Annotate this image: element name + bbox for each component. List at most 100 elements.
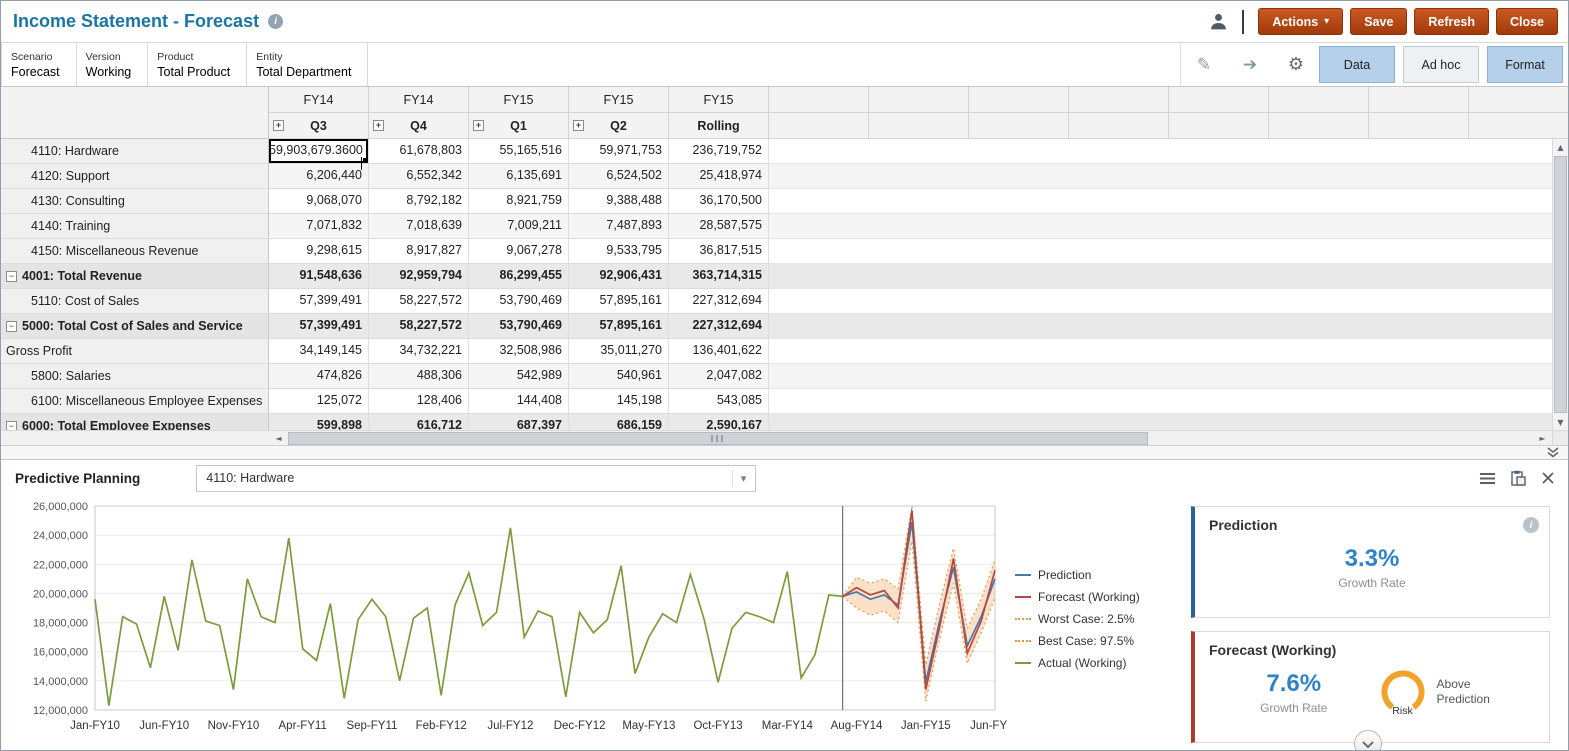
grid-cell[interactable]: 136,401,622 <box>669 339 769 364</box>
grid-cell[interactable]: 686,159 <box>569 414 669 430</box>
scroll-down-icon[interactable]: ▼ <box>1553 414 1568 430</box>
column-header-period[interactable]: + Q2 <box>569 113 669 139</box>
grid-cell[interactable]: 8,921,759 <box>469 189 569 214</box>
grid-cell[interactable]: 58,227,572 <box>369 314 469 339</box>
vertical-scrollbar[interactable]: ▲ ▼ <box>1552 139 1568 430</box>
grid-cell[interactable]: 145,198 <box>569 389 669 414</box>
column-header-period[interactable]: + Q1 <box>469 113 569 139</box>
info-icon[interactable]: i <box>1523 517 1539 533</box>
grid-cell[interactable]: 687,397 <box>469 414 569 430</box>
grid-cell[interactable]: 2,590,167 <box>669 414 769 430</box>
grid-cell[interactable]: 7,009,211 <box>469 214 569 239</box>
pov-product[interactable]: Product Total Product <box>148 43 248 86</box>
paste-data-icon[interactable] <box>1511 470 1526 486</box>
pov-version[interactable]: Version Working <box>77 43 149 86</box>
row-header[interactable]: 4120: Support <box>1 164 269 189</box>
grid-cell[interactable]: 9,388,488 <box>569 189 669 214</box>
grid-cell[interactable]: 57,895,161 <box>569 289 669 314</box>
grid-cell[interactable]: 34,149,145 <box>269 339 369 364</box>
collapse-icon[interactable]: − <box>6 420 17 430</box>
row-header[interactable]: 4150: Miscellaneous Revenue <box>1 239 269 264</box>
grid-cell[interactable]: 36,170,500 <box>669 189 769 214</box>
grid-cell[interactable]: 474,826 <box>269 364 369 389</box>
panel-splitter[interactable] <box>1 446 1568 460</box>
grid-cell[interactable]: 236,719,752 <box>669 139 769 164</box>
collapse-icon[interactable]: − <box>6 320 17 332</box>
row-header[interactable]: Gross Profit <box>1 339 269 364</box>
grid-cell[interactable]: 92,906,431 <box>569 264 669 289</box>
grid-cell[interactable]: 227,312,694 <box>669 289 769 314</box>
grid-cell[interactable]: 9,068,070 <box>269 189 369 214</box>
grid-cell[interactable]: 53,790,469 <box>469 289 569 314</box>
grid-cell[interactable]: 59,971,753 <box>569 139 669 164</box>
grid-cell[interactable]: 7,071,832 <box>269 214 369 239</box>
grid-cell[interactable]: 9,067,278 <box>469 239 569 264</box>
grid-cell[interactable]: 227,312,694 <box>669 314 769 339</box>
grid-cell[interactable]: 55,165,516 <box>469 139 569 164</box>
row-header[interactable]: 4110: Hardware <box>1 139 269 164</box>
grid-cell[interactable]: 2,047,082 <box>669 364 769 389</box>
grid-cell[interactable]: 7,018,639 <box>369 214 469 239</box>
grid-cell[interactable]: 36,817,515 <box>669 239 769 264</box>
user-icon[interactable] <box>1209 12 1228 31</box>
grid-cell[interactable]: 57,895,161 <box>569 314 669 339</box>
close-panel-icon[interactable] <box>1542 472 1554 484</box>
grid-cell[interactable]: 543,085 <box>669 389 769 414</box>
row-header[interactable]: −5000: Total Cost of Sales and Service <box>1 314 269 339</box>
double-chevron-down-icon[interactable] <box>1546 447 1560 458</box>
expand-icon[interactable]: + <box>573 120 584 131</box>
grid-cell[interactable]: 599,898 <box>269 414 369 430</box>
pov-entity[interactable]: Entity Total Department <box>247 43 369 86</box>
collapse-icon[interactable]: − <box>6 270 17 282</box>
grid-cell[interactable]: 86,299,455 <box>469 264 569 289</box>
horizontal-scroll-thumb[interactable] <box>288 432 1148 445</box>
grid-cell[interactable]: 34,732,221 <box>369 339 469 364</box>
close-button[interactable]: Close <box>1495 8 1558 35</box>
row-header[interactable]: −4001: Total Revenue <box>1 264 269 289</box>
row-header[interactable]: 4140: Training <box>1 214 269 239</box>
grid-cell[interactable]: 8,792,182 <box>369 189 469 214</box>
grid-cell[interactable]: 57,399,491 <box>269 289 369 314</box>
column-header-period[interactable]: Rolling <box>669 113 769 139</box>
row-header[interactable]: 4130: Consulting <box>1 189 269 214</box>
grid-cell[interactable]: 144,408 <box>469 389 569 414</box>
grid-cell[interactable]: 488,306 <box>369 364 469 389</box>
tab-format[interactable]: Format <box>1487 46 1563 83</box>
grid-cell[interactable]: 542,989 <box>469 364 569 389</box>
grid-cell[interactable]: 128,406 <box>369 389 469 414</box>
expand-icon[interactable]: + <box>473 120 484 131</box>
grid-cell[interactable]: 8,917,827 <box>369 239 469 264</box>
selected-grid-cell[interactable]: 59,903,679.3600 <box>269 139 369 170</box>
expand-icon[interactable]: + <box>373 120 384 131</box>
grid-cell[interactable]: 540,961 <box>569 364 669 389</box>
grid-cell[interactable]: 53,790,469 <box>469 314 569 339</box>
grid-cell[interactable]: 125,072 <box>269 389 369 414</box>
column-header-period[interactable]: + Q3 <box>269 113 369 139</box>
info-icon[interactable]: i <box>268 14 284 29</box>
grid-cell[interactable]: 58,227,572 <box>369 289 469 314</box>
grid-cell[interactable]: 6,552,342 <box>369 164 469 189</box>
grid-cell[interactable]: 25,418,974 <box>669 164 769 189</box>
horizontal-scrollbar[interactable]: ◄ ► <box>1 430 1568 445</box>
column-header-year[interactable]: FY15 <box>469 87 569 113</box>
grid-cell[interactable]: 32,508,986 <box>469 339 569 364</box>
row-header[interactable]: 5800: Salaries <box>1 364 269 389</box>
row-header[interactable]: −6000: Total Employee Expenses <box>1 414 269 430</box>
grid-cell[interactable]: 616,712 <box>369 414 469 430</box>
column-header-period[interactable]: + Q4 <box>369 113 469 139</box>
edit-pencil-icon[interactable]: ✎ <box>1181 43 1227 86</box>
grid-cell[interactable]: 6,135,691 <box>469 164 569 189</box>
grid-cell[interactable]: 28,587,575 <box>669 214 769 239</box>
refresh-button[interactable]: Refresh <box>1414 8 1489 35</box>
vertical-scroll-thumb[interactable] <box>1554 156 1567 413</box>
row-header[interactable]: 5110: Cost of Sales <box>1 289 269 314</box>
expand-icon[interactable]: + <box>273 120 284 131</box>
menu-icon[interactable] <box>1480 472 1495 485</box>
grid-cell[interactable]: 91,548,636 <box>269 264 369 289</box>
gear-icon[interactable]: ⚙ <box>1273 43 1319 86</box>
collapse-panel-button[interactable] <box>1353 730 1382 750</box>
grid-cell[interactable]: 35,011,270 <box>569 339 669 364</box>
column-header-year[interactable]: FY14 <box>369 87 469 113</box>
tab-data[interactable]: Data <box>1319 46 1395 83</box>
grid-cell[interactable]: 57,399,491 <box>269 314 369 339</box>
